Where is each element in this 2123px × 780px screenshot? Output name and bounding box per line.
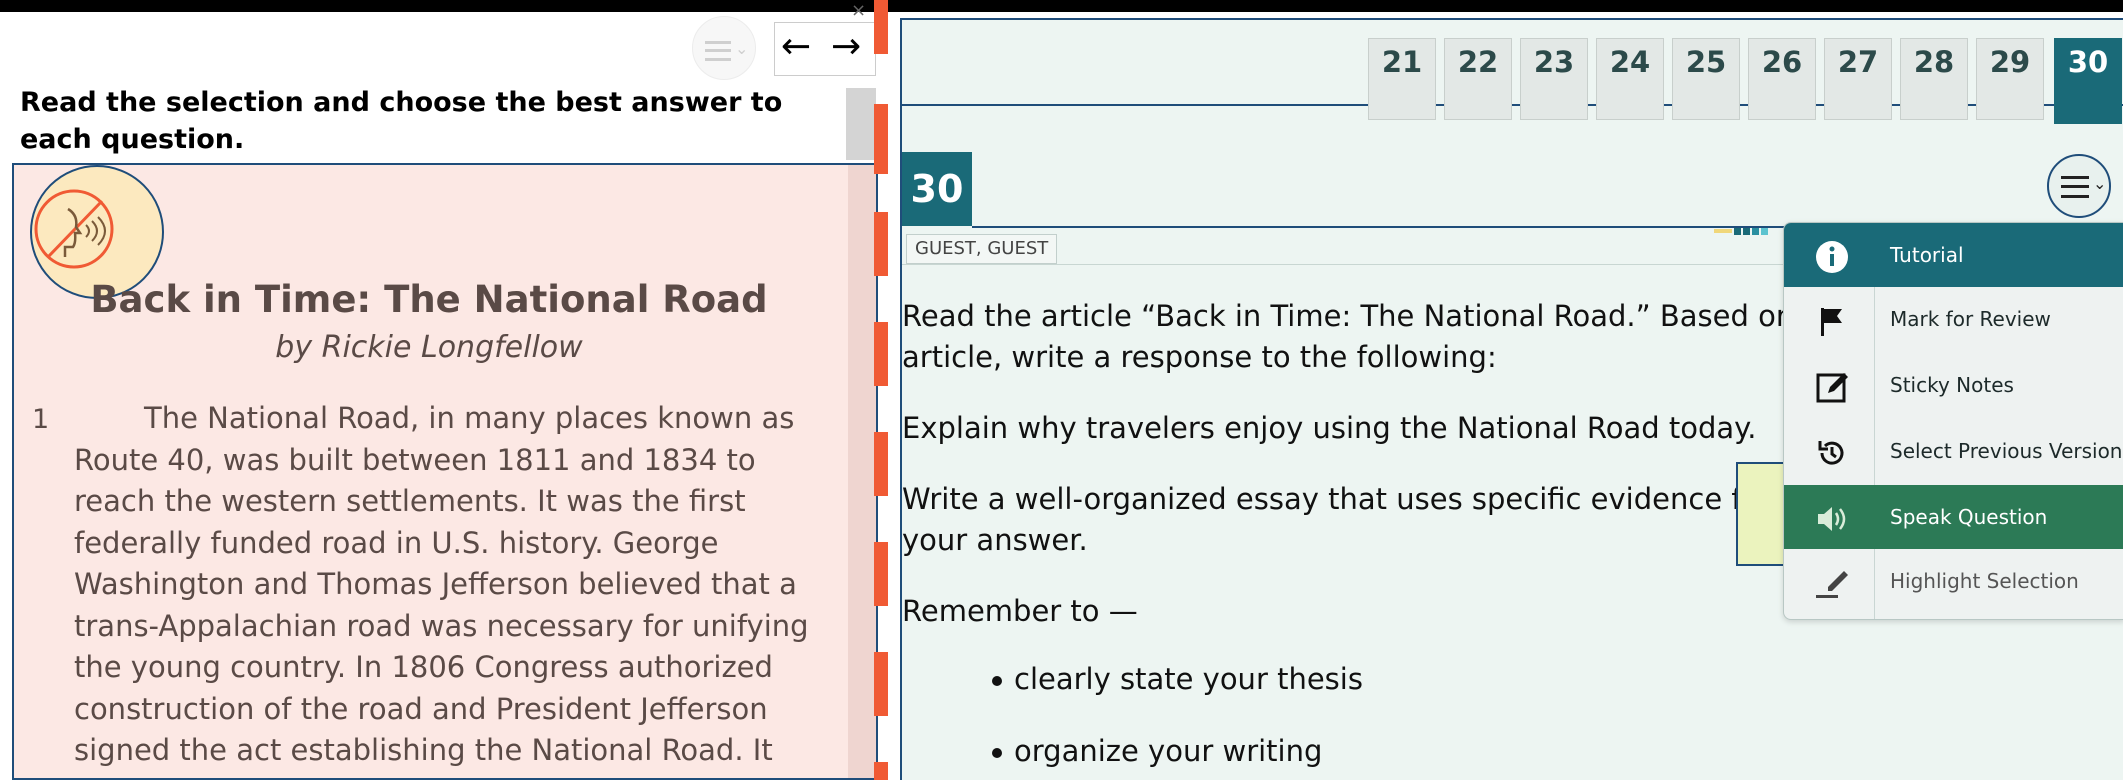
question-tab[interactable]: 22 xyxy=(1444,38,1512,120)
question-tab-strip: 21 22 23 24 25 26 27 28 29 30 xyxy=(902,18,2123,124)
question-tab-active[interactable]: 30 xyxy=(2054,38,2122,124)
passage-paragraph: The National Road, in many places known … xyxy=(74,401,809,767)
menu-item-label: Tutorial xyxy=(1890,243,1964,267)
question-tab[interactable]: 27 xyxy=(1824,38,1892,120)
history-icon xyxy=(1818,441,1844,465)
menu-item-label: Select Previous Version xyxy=(1890,439,2123,463)
divider-mark xyxy=(874,762,888,780)
speaker-icon xyxy=(1818,507,1846,531)
menu-item-label: Sticky Notes xyxy=(1890,373,2014,397)
question-tab[interactable]: 21 xyxy=(1368,38,1436,120)
question-tab[interactable]: 25 xyxy=(1672,38,1740,120)
question-prompt-line: article, write a response to the followi… xyxy=(902,340,1497,374)
divider-mark xyxy=(874,212,888,276)
divider-mark xyxy=(874,542,888,606)
divider-mark xyxy=(874,432,888,496)
menu-item-speak-question[interactable]: Speak Question xyxy=(1784,485,2123,549)
question-menu-button[interactable]: ⌄ xyxy=(2047,154,2111,218)
hamburger-icon xyxy=(705,41,731,61)
passage-author: by Rickie Longfellow xyxy=(275,330,583,365)
arrow-right-icon[interactable]: → xyxy=(831,27,861,67)
chevron-down-icon: ⌄ xyxy=(735,39,749,58)
bullet-item: organize your writing xyxy=(992,734,1322,768)
progress-indicator xyxy=(1714,220,1770,235)
top-bar xyxy=(0,0,2123,12)
panel-divider[interactable] xyxy=(874,0,900,780)
menu-item-sticky-notes[interactable]: Sticky Notes xyxy=(1784,353,2123,417)
question-tab[interactable]: 24 xyxy=(1596,38,1664,120)
menu-item-select-previous-version[interactable]: Select Previous Version xyxy=(1784,419,2123,483)
chevron-down-icon: ⌄ xyxy=(2093,174,2107,193)
passage-nav-arrows: ← → xyxy=(774,22,876,76)
question-remember: Remember to — xyxy=(902,594,1138,628)
close-icon[interactable]: × xyxy=(851,0,866,21)
paragraph-number: 1 xyxy=(32,404,50,435)
question-tab[interactable]: 23 xyxy=(1520,38,1588,120)
menu-item-label: Highlight Selection xyxy=(1890,569,2079,593)
question-write-line: your answer. xyxy=(902,523,1088,557)
question-tab[interactable]: 26 xyxy=(1748,38,1816,120)
menu-item-highlight-selection[interactable]: Highlight Selection xyxy=(1784,549,2123,613)
question-write-line: Write a well-organized essay that uses s… xyxy=(902,482,1799,516)
question-tab[interactable]: 29 xyxy=(1976,38,2044,120)
divider-mark xyxy=(874,322,888,386)
divider-mark xyxy=(874,652,888,716)
student-name-badge: GUEST, GUEST xyxy=(906,234,1058,264)
bullet-text: organize your writing xyxy=(1014,734,1323,768)
question-prompt-line: Read the article “Back in Time: The Nati… xyxy=(902,299,1795,333)
menu-item-tutorial[interactable]: Tutorial xyxy=(1784,223,2123,287)
menu-item-label: Mark for Review xyxy=(1890,307,2051,331)
info-icon xyxy=(1816,241,1848,273)
hamburger-icon xyxy=(2061,176,2089,198)
highlighter-icon xyxy=(1816,571,1848,598)
passage-title: Back in Time: The National Road xyxy=(90,278,768,321)
question-tab[interactable]: 28 xyxy=(1900,38,1968,120)
question-explain: Explain why travelers enjoy using the Na… xyxy=(902,411,1757,445)
arrow-left-icon[interactable]: ← xyxy=(781,27,811,67)
menu-item-label: Speak Question xyxy=(1890,505,2048,529)
instructions-scrollbar[interactable] xyxy=(846,88,876,160)
bullet-item: clearly state your thesis xyxy=(992,662,1363,696)
divider-mark xyxy=(874,0,888,54)
note-edit-icon xyxy=(1816,373,1848,403)
flag-icon xyxy=(1821,308,1842,336)
menu-item-mark-for-review[interactable]: Mark for Review xyxy=(1784,287,2123,351)
instructions-text: Read the selection and choose the best a… xyxy=(20,87,783,155)
question-context-menu: Tutorial Mark for Review Sticky Notes Se… xyxy=(1783,222,2123,620)
bullet-text: clearly state your thesis xyxy=(1014,662,1363,696)
question-number: 30 xyxy=(902,152,972,226)
divider-mark xyxy=(874,104,888,174)
passage-menu-button[interactable]: ⌄ xyxy=(692,16,756,80)
